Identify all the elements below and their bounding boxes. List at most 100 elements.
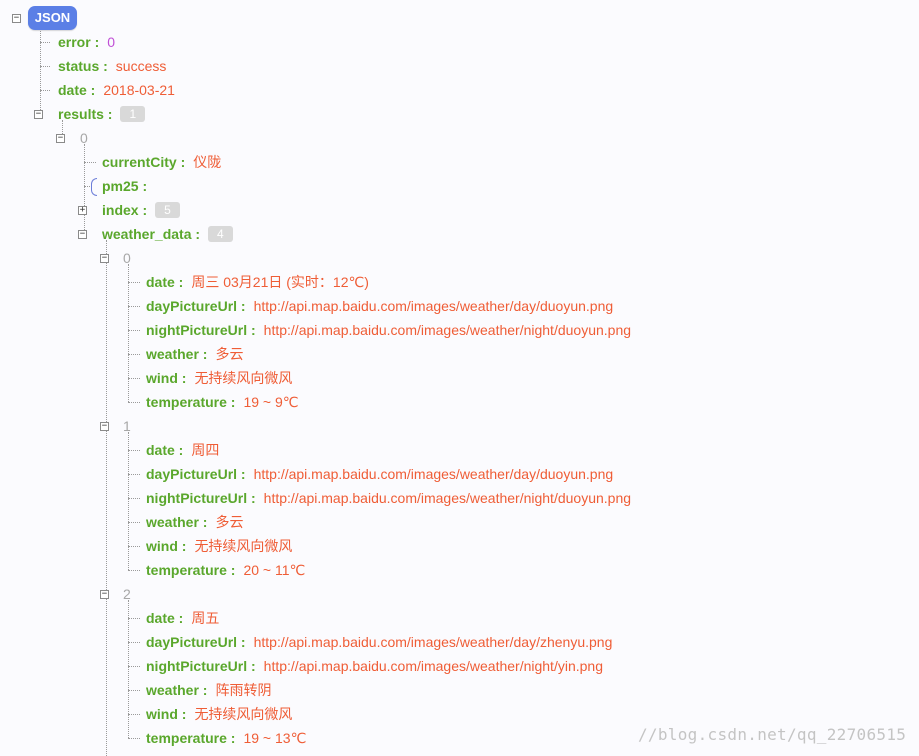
- tree-connector: [128, 738, 140, 739]
- field-row-status: status : success: [58, 56, 166, 76]
- collapse-toggle-results[interactable]: −: [34, 110, 43, 119]
- tree-connector: [40, 90, 50, 91]
- tree-connector: [128, 282, 140, 283]
- array-index-label: 1: [123, 416, 131, 436]
- field-row-weather-data[interactable]: weather_data : 4: [102, 224, 233, 244]
- tree-connector: [128, 330, 140, 331]
- field-key: weather :: [146, 682, 208, 698]
- field-value-url[interactable]: http://api.map.baidu.com/images/weather/…: [264, 658, 603, 674]
- field-key: nightPictureUrl :: [146, 658, 256, 674]
- field-value: 周五: [191, 610, 220, 626]
- tree-connector: [84, 186, 90, 187]
- tree-connector: [128, 666, 140, 667]
- tree-guide-result0: [84, 144, 85, 234]
- field-value: 无持续风向微风: [194, 706, 293, 722]
- field-row-daypictureurl: dayPictureUrl : http://api.map.baidu.com/…: [146, 296, 613, 316]
- tree-connector: [84, 162, 96, 163]
- field-key: status :: [58, 58, 108, 74]
- tree-connector: [40, 66, 50, 67]
- tree-connector: [128, 450, 140, 451]
- tree-connector: [128, 618, 140, 619]
- tree-connector: [128, 474, 140, 475]
- field-value: success: [115, 58, 167, 74]
- array-index: 2: [123, 586, 131, 602]
- tree-connector: [128, 402, 140, 403]
- tree-connector: [128, 522, 140, 523]
- field-value: 周四: [191, 442, 220, 458]
- field-key: date :: [146, 610, 184, 626]
- array-index-label: 0: [80, 128, 88, 148]
- collapse-toggle-result-0[interactable]: −: [56, 134, 65, 143]
- array-index: 1: [123, 418, 131, 434]
- field-row-daypictureurl: dayPictureUrl : http://api.map.baidu.com/…: [146, 464, 613, 484]
- field-row-error: error : 0: [58, 32, 115, 52]
- field-row-date: date : 2018-03-21: [58, 80, 175, 100]
- field-key: temperature :: [146, 730, 236, 746]
- field-row-wind: wind : 无持续风向微风: [146, 536, 292, 556]
- field-value: 20 ~ 11℃: [243, 562, 306, 578]
- tree-guide-root: [40, 24, 41, 114]
- array-index: 0: [80, 130, 88, 146]
- field-row-nightpictureurl: nightPictureUrl : http://api.map.baidu.co…: [146, 656, 603, 676]
- field-value: 19 ~ 13℃: [243, 730, 307, 746]
- field-key: wind :: [146, 370, 187, 386]
- field-row-currentcity: currentCity : 仪陇: [102, 152, 221, 172]
- array-index: 0: [123, 250, 131, 266]
- item-count-badge: 1: [120, 106, 146, 122]
- collapse-toggle-weather-0[interactable]: −: [100, 254, 109, 263]
- collapse-toggle-weather-1[interactable]: −: [100, 422, 109, 431]
- field-key: weather :: [146, 346, 208, 362]
- field-key: nightPictureUrl :: [146, 322, 256, 338]
- tree-guide-day2: [128, 600, 129, 738]
- tree-connector: [128, 546, 140, 547]
- tree-connector: [128, 570, 140, 571]
- field-value-url[interactable]: http://api.map.baidu.com/images/weather/…: [254, 298, 614, 314]
- collapse-toggle-root[interactable]: −: [12, 14, 21, 23]
- field-row-index[interactable]: index : 5: [102, 200, 180, 220]
- field-row-temperature: temperature : 19 ~ 9℃: [146, 392, 299, 412]
- field-row-nightpictureurl: nightPictureUrl : http://api.map.baidu.co…: [146, 320, 631, 340]
- field-row-date: date : 周四: [146, 440, 219, 460]
- field-row-nightpictureurl: nightPictureUrl : http://api.map.baidu.co…: [146, 488, 631, 508]
- tree-guide-day0: [128, 264, 129, 402]
- field-value: 无持续风向微风: [194, 538, 293, 554]
- field-row-weather: weather : 多云: [146, 512, 243, 532]
- field-value: 仪陇: [193, 154, 222, 170]
- object-brace-marker: [91, 178, 97, 196]
- field-key: pm25 :: [102, 178, 148, 194]
- field-key: index :: [102, 202, 148, 218]
- array-index-label: 2: [123, 584, 131, 604]
- field-value: 多云: [215, 514, 244, 530]
- root-node-badge[interactable]: JSON: [28, 6, 77, 30]
- expand-toggle-index[interactable]: +: [78, 206, 87, 215]
- field-row-results[interactable]: results : 1: [58, 104, 146, 124]
- item-count-badge: 5: [155, 202, 180, 218]
- field-row-pm25: pm25 :: [102, 176, 147, 196]
- field-row-temperature: temperature : 19 ~ 13℃: [146, 728, 306, 748]
- field-row-wind: wind : 无持续风向微风: [146, 704, 292, 724]
- tree-guide-weather-data: [106, 240, 107, 756]
- tree-connector: [40, 42, 50, 43]
- array-index-label: 0: [123, 248, 131, 268]
- field-value-url[interactable]: http://api.map.baidu.com/images/weather/…: [254, 634, 613, 650]
- field-key: dayPictureUrl :: [146, 466, 246, 482]
- field-row-daypictureurl: dayPictureUrl : http://api.map.baidu.com/…: [146, 632, 612, 652]
- collapse-toggle-weather-data[interactable]: −: [78, 230, 87, 239]
- field-value: 2018-03-21: [103, 82, 175, 98]
- collapse-toggle-weather-2[interactable]: −: [100, 590, 109, 599]
- field-key: weather_data :: [102, 226, 201, 242]
- field-row-date: date : 周三 03月21日 (实时：12℃): [146, 272, 369, 292]
- field-row-wind: wind : 无持续风向微风: [146, 368, 292, 388]
- field-value-url[interactable]: http://api.map.baidu.com/images/weather/…: [254, 466, 614, 482]
- field-key: currentCity :: [102, 154, 186, 170]
- field-value: 多云: [215, 346, 244, 362]
- field-row-temperature: temperature : 20 ~ 11℃: [146, 560, 305, 580]
- field-key: date :: [146, 442, 184, 458]
- field-key: temperature :: [146, 562, 236, 578]
- field-key: dayPictureUrl :: [146, 634, 246, 650]
- field-value-url[interactable]: http://api.map.baidu.com/images/weather/…: [264, 490, 631, 506]
- field-value-url[interactable]: http://api.map.baidu.com/images/weather/…: [264, 322, 631, 338]
- field-row-date: date : 周五: [146, 608, 219, 628]
- field-key: date :: [146, 274, 184, 290]
- field-row-weather: weather : 阵雨转阴: [146, 680, 271, 700]
